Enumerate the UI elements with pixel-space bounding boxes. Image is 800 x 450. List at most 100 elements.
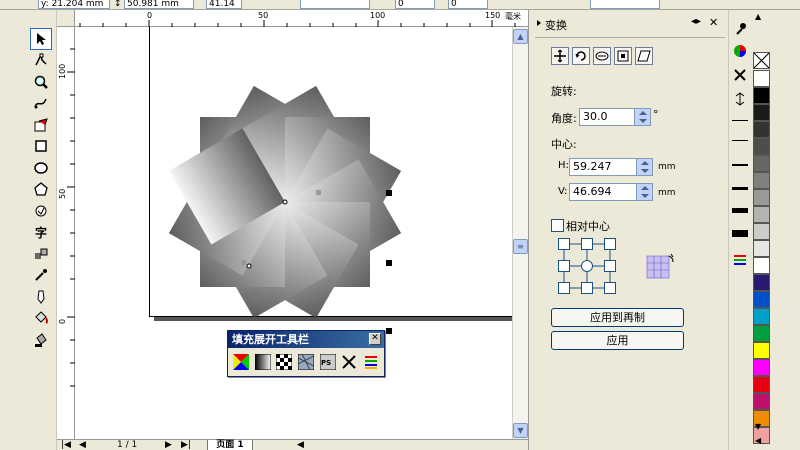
fill-toolbar-title-bar[interactable]: 填充展开工具栏 ✕ [228,331,384,348]
angle-spinner[interactable] [634,109,650,125]
interactive-blend-tool-icon[interactable] [30,243,52,265]
eyedropper-tool-icon[interactable] [30,265,52,287]
postscript-fill-icon[interactable]: PS [319,353,337,371]
palette-scroll-up-icon[interactable]: ▲ [755,12,761,21]
zoom-tool-icon[interactable] [30,71,52,93]
position-mode-icon[interactable] [551,47,569,65]
outline-thick[interactable] [732,187,748,190]
outline-extra-heavy[interactable] [732,230,748,237]
prev-page-button[interactable]: ◀ [79,440,86,450]
palette-swatch[interactable] [753,308,770,325]
ellipse-tool-icon[interactable] [30,157,52,179]
uniform-fill-icon[interactable] [232,353,250,371]
vertical-ruler[interactable]: 100 50 0 [57,27,75,440]
color-docker-icon[interactable] [362,353,380,371]
relative-center-checkbox[interactable] [551,219,564,232]
no-fill-icon[interactable] [341,353,359,371]
pick-tool-icon[interactable] [30,28,52,50]
smart-fill-tool-icon[interactable] [30,114,52,136]
outline-thin[interactable] [732,140,748,141]
first-page-button[interactable]: |◀ [61,440,71,450]
rotate-mode-icon[interactable] [572,47,590,65]
anchor-top-right[interactable] [604,238,616,250]
apply-to-duplicate-button[interactable]: 应用到再制 [551,308,684,327]
anchor-middle-right[interactable] [604,260,616,272]
color-wheel-icon[interactable] [733,44,747,61]
next-page-button[interactable]: ▶ [165,440,172,450]
apply-button[interactable]: 应用 [551,331,684,350]
scale-field[interactable]: 41.14 [206,0,242,9]
palette-expand-icon[interactable]: ◀ [755,436,761,445]
outline-medium[interactable] [732,164,748,166]
last-page-button[interactable]: ▶| [181,440,191,450]
h-input[interactable]: 59.247 [569,158,653,176]
h-spinner[interactable] [636,159,652,175]
anchor-top-left[interactable] [558,238,570,250]
v-spinner[interactable] [636,184,652,200]
freehand-tool-icon[interactable] [30,93,52,115]
swap-arrows-icon[interactable] [733,92,747,109]
anchor-middle-left[interactable] [558,260,570,272]
palette-swatch[interactable] [753,257,770,274]
size-mode-icon[interactable] [614,47,632,65]
page-tab[interactable]: 页面 1 [207,440,253,450]
palette-swatch[interactable] [753,70,770,87]
scale-mirror-mode-icon[interactable] [593,47,611,65]
scroll-down-button[interactable]: ▼ [513,423,528,438]
hscroll-left-button[interactable]: ◀ [297,440,304,450]
horizontal-ruler[interactable]: 0 50 100 150 毫米 [75,10,528,27]
palette-swatch[interactable] [753,138,770,155]
angle-a-field[interactable]: 0 [395,0,435,9]
anchor-center[interactable] [581,260,593,272]
shape-tool-icon[interactable] [30,50,52,72]
interactive-fill-tool-icon[interactable] [30,329,52,351]
docker-field[interactable] [590,0,660,9]
eyedropper-icon[interactable] [733,22,747,39]
anchor-bottom-left[interactable] [558,282,570,294]
fill-flyout-toolbar[interactable]: 填充展开工具栏 ✕ PS [227,330,385,377]
palette-swatch[interactable] [753,206,770,223]
angle-b-field[interactable]: 0 [448,0,488,9]
palette-swatch-none[interactable] [753,52,770,69]
palette-swatch[interactable] [753,342,770,359]
pinwheel-artwork[interactable] [75,27,512,439]
palette-swatch[interactable] [753,291,770,308]
palette-scroll-down-icon[interactable]: ▼ [755,422,761,431]
ruler-corner[interactable] [57,10,75,27]
text-tool-icon[interactable]: 字 [30,222,52,244]
palette-swatch[interactable] [753,172,770,189]
anchor-top-center[interactable] [581,238,593,250]
rectangle-tool-icon[interactable] [30,136,52,158]
drawing-canvas[interactable] [75,27,512,439]
close-icon[interactable]: ✕ [369,333,381,345]
palette-swatch[interactable] [753,376,770,393]
collapse-arrow-icon[interactable] [537,20,541,26]
palette-swatch[interactable] [753,359,770,376]
skew-mode-icon[interactable] [635,47,653,65]
palette-swatch[interactable] [753,240,770,257]
anchor-bottom-right[interactable] [604,282,616,294]
palette-swatch[interactable] [753,325,770,342]
y-position-field[interactable]: y: 21.204 mm [38,0,110,9]
docker-close-icon[interactable]: ✕ [709,16,718,29]
scroll-up-button[interactable]: ▲ [513,29,528,44]
palette-swatch[interactable] [753,189,770,206]
fill-bucket-tool-icon[interactable] [30,308,52,330]
palette-swatch[interactable] [753,155,770,172]
texture-fill-icon[interactable] [297,353,315,371]
palette-swatch[interactable] [753,393,770,410]
outline-field[interactable] [300,0,370,9]
anchor-bottom-center[interactable] [581,282,593,294]
basic-shapes-tool-icon[interactable] [30,200,52,222]
palette-swatch[interactable] [753,87,770,104]
polygon-tool-icon[interactable] [30,179,52,201]
vertical-scrollbar[interactable]: ▲ ≡ ▼ [512,27,528,439]
pattern-fill-icon[interactable] [275,353,293,371]
height-field[interactable]: 50.981 mm [124,0,194,9]
scroll-thumb[interactable]: ≡ [513,239,528,254]
outline-hairline[interactable] [732,120,748,121]
angle-input[interactable]: 30.0 [579,108,651,126]
palette-swatch[interactable] [753,274,770,291]
v-input[interactable]: 46.694 [569,183,653,201]
outline-pen-tool-icon[interactable] [30,286,52,308]
